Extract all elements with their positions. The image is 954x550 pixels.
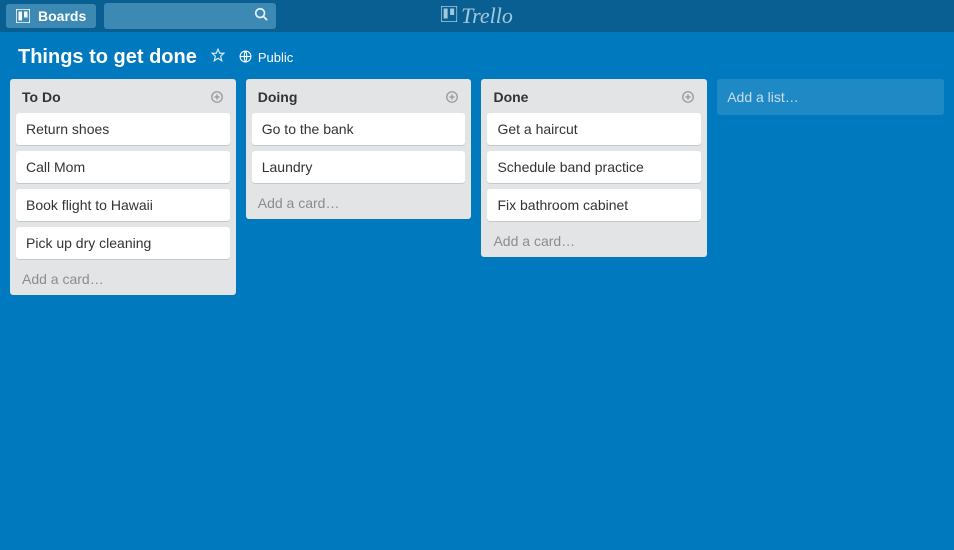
app-logo-text: Trello [461, 3, 513, 29]
card[interactable]: Book flight to Hawaii [16, 189, 230, 221]
boards-button-label: Boards [38, 8, 86, 24]
globe-icon [239, 50, 252, 66]
star-icon [211, 48, 225, 67]
card[interactable]: Call Mom [16, 151, 230, 183]
star-board-button[interactable] [211, 48, 225, 67]
card[interactable]: Schedule band practice [487, 151, 701, 183]
list-menu-button[interactable] [210, 90, 224, 104]
app-header: Boards Trello [0, 0, 954, 32]
board-canvas: To Do Return shoes Call Mom Book flight … [0, 79, 954, 295]
visibility-button[interactable]: Public [239, 50, 293, 66]
list-menu-button[interactable] [445, 90, 459, 104]
list-menu-button[interactable] [681, 90, 695, 104]
add-list-button[interactable]: Add a list… [717, 79, 944, 115]
add-card-button[interactable]: Add a card… [487, 227, 701, 251]
boards-button[interactable]: Boards [6, 4, 96, 28]
add-card-button[interactable]: Add a card… [16, 265, 230, 289]
list-name[interactable]: To Do [22, 89, 61, 105]
boards-icon [16, 9, 30, 23]
board-header: Things to get done Public [0, 32, 954, 79]
card[interactable]: Fix bathroom cabinet [487, 189, 701, 221]
list-header: To Do [16, 85, 230, 107]
card[interactable]: Pick up dry cleaning [16, 227, 230, 259]
list-todo: To Do Return shoes Call Mom Book flight … [10, 79, 236, 295]
list-doing: Doing Go to the bank Laundry Add a card… [246, 79, 472, 219]
card[interactable]: Laundry [252, 151, 466, 183]
card[interactable]: Go to the bank [252, 113, 466, 145]
card[interactable]: Get a haircut [487, 113, 701, 145]
search-icon [254, 7, 268, 26]
add-card-button[interactable]: Add a card… [252, 189, 466, 213]
list-name[interactable]: Doing [258, 89, 298, 105]
board-title[interactable]: Things to get done [18, 46, 197, 69]
list-name[interactable]: Done [493, 89, 528, 105]
search-input[interactable] [104, 3, 276, 29]
card[interactable]: Return shoes [16, 113, 230, 145]
trello-logo-icon [441, 6, 457, 27]
app-logo[interactable]: Trello [441, 3, 513, 29]
list-header: Doing [252, 85, 466, 107]
list-done: Done Get a haircut Schedule band practic… [481, 79, 707, 257]
list-header: Done [487, 85, 701, 107]
visibility-label: Public [258, 50, 293, 65]
